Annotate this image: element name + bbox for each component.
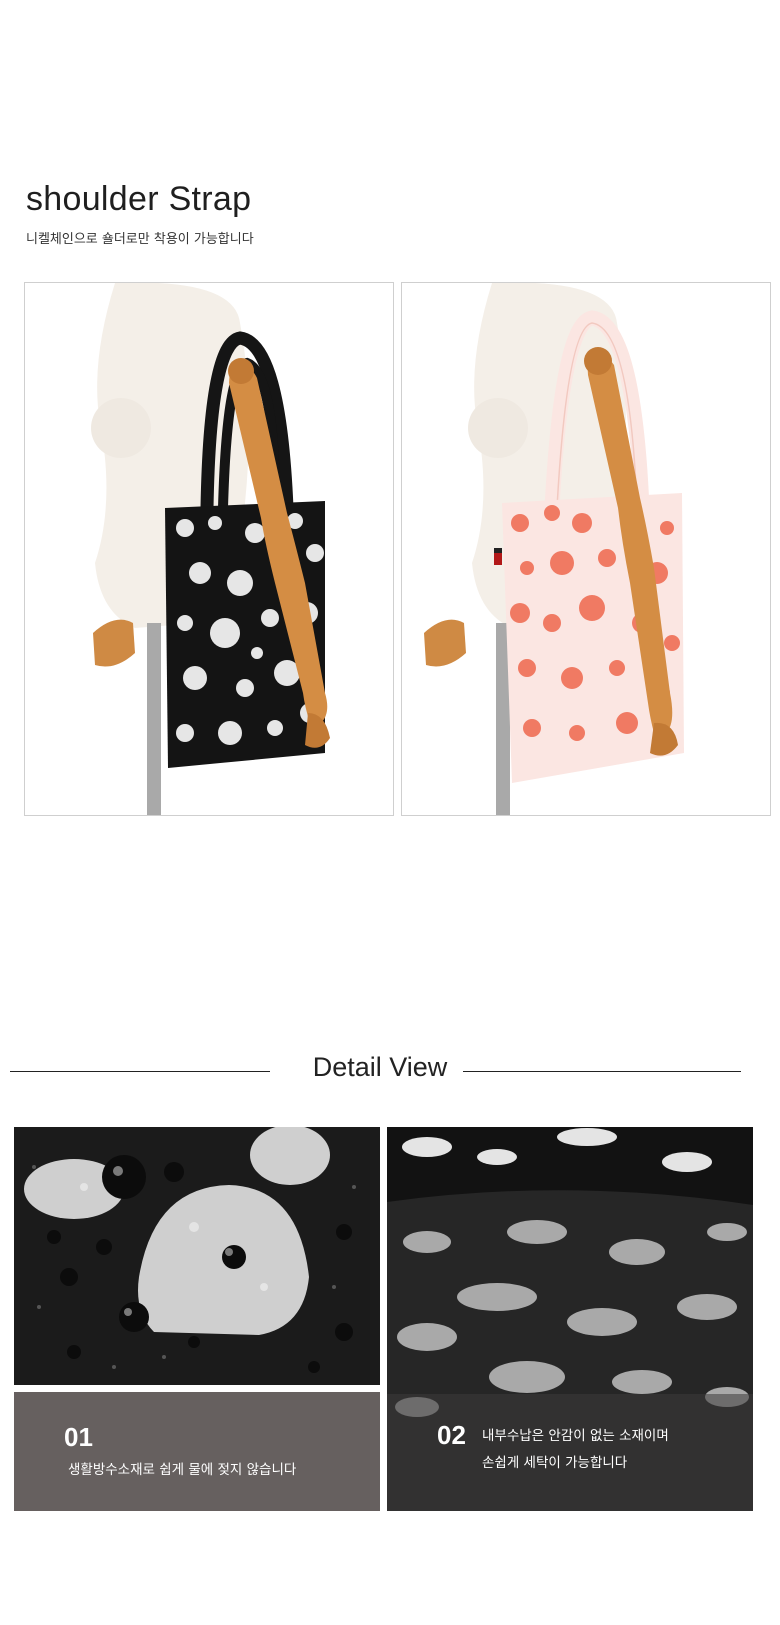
detail-view-title: Detail View [312,1052,448,1082]
detail-panel-1: 01 생활방수소재로 쉽게 물에 젖지 않습니다 [14,1127,380,1511]
panel-divider [14,1385,380,1392]
product-photo-black [24,282,394,816]
detail-number-2: 02 [437,1420,466,1450]
black-bag-illustration [25,283,393,815]
detail-caption-1: 생활방수소재로 쉽게 물에 젖지 않습니다 [68,1462,297,1478]
section-title: shoulder Strap [26,180,252,218]
detail-panel-2: 02 내부수납은 안감이 없는 소재이며 손쉽게 세탁이 가능합니다 [387,1127,753,1511]
section-subtitle: 니켈체인으로 숄더로만 착용이 가능합니다 [26,232,254,247]
detail-number-1: 01 [64,1422,93,1452]
product-photo-pink [401,282,771,816]
caption-box-1: 01 생활방수소재로 쉽게 물에 젖지 않습니다 [14,1392,380,1511]
detail-caption-2-line-1: 내부수납은 안감이 없는 소재이며 [482,1428,669,1444]
divider-right [463,1071,741,1072]
caption-box-2: 02 내부수납은 안감이 없는 소재이며 손쉽게 세탁이 가능합니다 [387,1394,753,1511]
detail-caption-2-line-2: 손쉽게 세탁이 가능합니다 [482,1455,628,1471]
pink-bag-illustration [402,283,770,815]
